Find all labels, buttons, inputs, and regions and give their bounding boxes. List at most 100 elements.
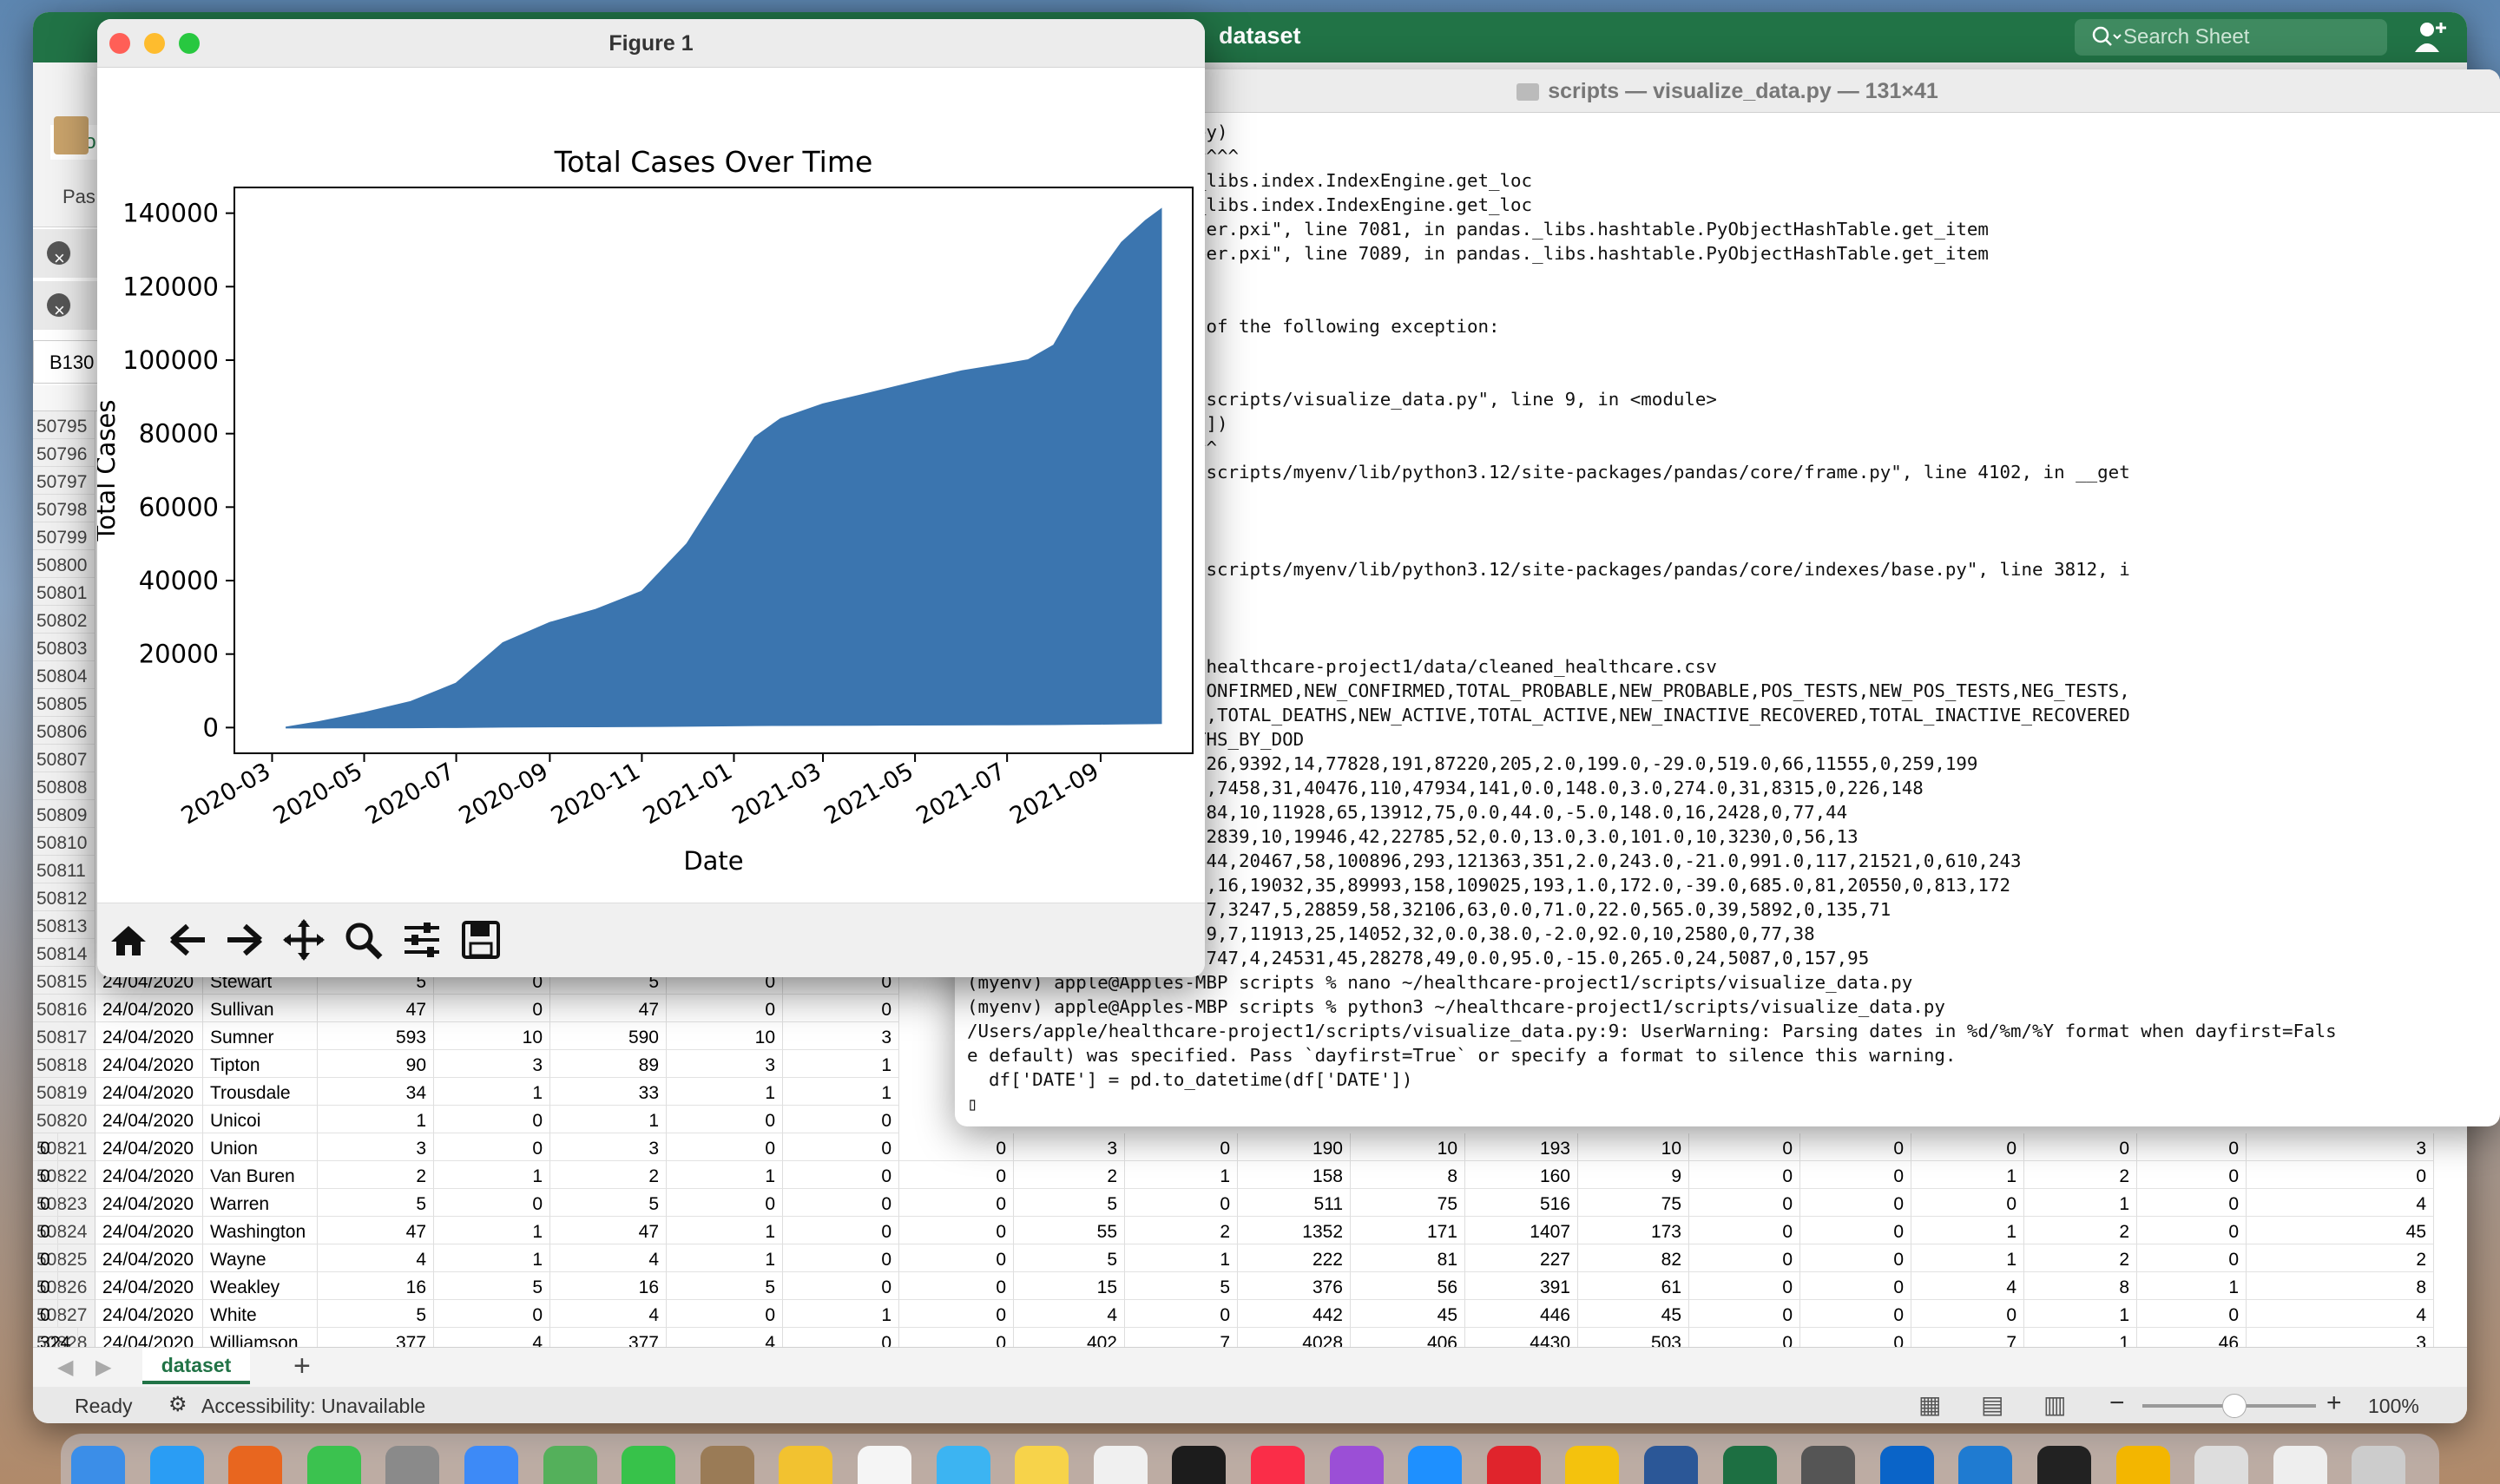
- table-cell[interactable]: 2: [550, 1161, 667, 1189]
- table-cell[interactable]: 0: [667, 1300, 783, 1328]
- table-cell[interactable]: 8: [2247, 1272, 2434, 1300]
- table-cell[interactable]: 0: [33, 1189, 58, 1217]
- trash-icon[interactable]: [2352, 1446, 2406, 1484]
- close-button[interactable]: [109, 33, 130, 54]
- table-cell[interactable]: 47: [550, 1217, 667, 1244]
- table-cell[interactable]: 0: [667, 1189, 783, 1217]
- table-cell[interactable]: 1: [1911, 1244, 2024, 1272]
- county-cell[interactable]: Sumner: [203, 1022, 318, 1050]
- table-cell[interactable]: 1: [667, 1244, 783, 1272]
- table-cell[interactable]: 0: [783, 1272, 899, 1300]
- table-cell[interactable]: 3: [550, 1133, 667, 1161]
- podcasts-icon[interactable]: [1329, 1446, 1384, 1484]
- close-icon[interactable]: ×: [47, 293, 71, 321]
- table-cell[interactable]: 2: [2024, 1161, 2137, 1189]
- table-cell[interactable]: 1: [783, 1050, 899, 1078]
- row-number[interactable]: 50797: [33, 467, 95, 495]
- table-cell[interactable]: 3: [783, 1022, 899, 1050]
- county-cell[interactable]: Van Buren: [203, 1161, 318, 1189]
- normal-view-icon[interactable]: ▦: [1918, 1390, 1941, 1419]
- table-cell[interactable]: 45: [1351, 1300, 1465, 1328]
- table-cell[interactable]: 1: [783, 1078, 899, 1106]
- opera-icon[interactable]: [1486, 1446, 1541, 1484]
- row-number[interactable]: 50795: [33, 411, 95, 439]
- table-cell[interactable]: 47: [550, 995, 667, 1022]
- row-number[interactable]: 50803: [33, 634, 95, 661]
- table-cell[interactable]: 34: [318, 1078, 434, 1106]
- table-cell[interactable]: 4: [2247, 1300, 2434, 1328]
- table-cell[interactable]: 1: [2024, 1300, 2137, 1328]
- table-cell[interactable]: 2: [2247, 1244, 2434, 1272]
- table-cell[interactable]: 1: [1125, 1244, 1238, 1272]
- table-cell[interactable]: 0: [33, 1244, 58, 1272]
- word-icon[interactable]: [1644, 1446, 1698, 1484]
- table-cell[interactable]: 0: [1689, 1272, 1800, 1300]
- table-cell[interactable]: 8: [1351, 1161, 1465, 1189]
- table-cell[interactable]: 0: [1125, 1133, 1238, 1161]
- page-layout-icon[interactable]: ▤: [1981, 1390, 2003, 1419]
- table-cell[interactable]: 1: [434, 1217, 550, 1244]
- row-number[interactable]: 50813: [33, 911, 95, 939]
- date-cell[interactable]: 24/04/2020: [95, 1106, 203, 1133]
- table-cell[interactable]: 0: [33, 1300, 58, 1328]
- table-cell[interactable]: 0: [899, 1300, 1014, 1328]
- table-cell[interactable]: 0: [434, 995, 550, 1022]
- prev-sheet-icon[interactable]: ◀: [57, 1355, 73, 1380]
- vscode-icon[interactable]: [1958, 1446, 2013, 1484]
- table-cell[interactable]: 0: [1689, 1133, 1800, 1161]
- table-cell[interactable]: 5: [1014, 1244, 1125, 1272]
- table-cell[interactable]: 0: [2024, 1133, 2137, 1161]
- table-cell[interactable]: 3: [667, 1050, 783, 1078]
- table-cell[interactable]: 0: [899, 1133, 1014, 1161]
- table-cell[interactable]: 0: [2137, 1133, 2247, 1161]
- outlook-icon[interactable]: [1879, 1446, 1934, 1484]
- table-cell[interactable]: 0: [783, 1106, 899, 1133]
- table-cell[interactable]: 0: [1800, 1244, 1911, 1272]
- table-cell[interactable]: 1: [1911, 1217, 2024, 1244]
- table-cell[interactable]: 0: [1800, 1300, 1911, 1328]
- table-cell[interactable]: 1: [434, 1078, 550, 1106]
- notes-icon[interactable]: [1015, 1446, 1069, 1484]
- date-cell[interactable]: 24/04/2020: [95, 1078, 203, 1106]
- row-number[interactable]: 50798: [33, 495, 95, 522]
- row-number[interactable]: 50799: [33, 522, 95, 550]
- table-cell[interactable]: 5: [1014, 1189, 1125, 1217]
- row-number[interactable]: 50809: [33, 800, 95, 828]
- table-cell[interactable]: 222: [1238, 1244, 1351, 1272]
- configure-icon[interactable]: [398, 916, 446, 964]
- minimize-button[interactable]: [144, 33, 165, 54]
- messages-icon[interactable]: [306, 1446, 361, 1484]
- table-cell[interactable]: 190: [1238, 1133, 1351, 1161]
- table-cell[interactable]: 4: [1911, 1272, 2024, 1300]
- contacts-icon[interactable]: [700, 1446, 754, 1484]
- table-cell[interactable]: 0: [1689, 1189, 1800, 1217]
- table-cell[interactable]: 0: [899, 1217, 1014, 1244]
- table-cell[interactable]: 4: [550, 1244, 667, 1272]
- table-cell[interactable]: 1: [1125, 1161, 1238, 1189]
- table-cell[interactable]: 90: [318, 1050, 434, 1078]
- table-cell[interactable]: 45: [1578, 1300, 1689, 1328]
- table-cell[interactable]: 0: [783, 1244, 899, 1272]
- table-cell[interactable]: 1: [434, 1161, 550, 1189]
- county-cell[interactable]: Union: [203, 1133, 318, 1161]
- table-cell[interactable]: 0: [1800, 1133, 1911, 1161]
- table-cell[interactable]: 0: [2137, 1189, 2247, 1217]
- table-cell[interactable]: 193: [1465, 1133, 1578, 1161]
- row-number[interactable]: 50817: [33, 1022, 95, 1050]
- table-cell[interactable]: 10: [1578, 1133, 1689, 1161]
- table-cell[interactable]: 0: [33, 1161, 58, 1189]
- table-cell[interactable]: 2: [1125, 1217, 1238, 1244]
- table-cell[interactable]: 173: [1578, 1217, 1689, 1244]
- date-cell[interactable]: 24/04/2020: [95, 1022, 203, 1050]
- date-cell[interactable]: 24/04/2020: [95, 1300, 203, 1328]
- table-cell[interactable]: 15: [1014, 1272, 1125, 1300]
- county-cell[interactable]: Weakley: [203, 1272, 318, 1300]
- table-cell[interactable]: 1: [550, 1106, 667, 1133]
- table-cell[interactable]: 0: [2137, 1300, 2247, 1328]
- date-cell[interactable]: 24/04/2020: [95, 995, 203, 1022]
- table-cell[interactable]: 0: [33, 1217, 58, 1244]
- table-cell[interactable]: 0: [783, 1161, 899, 1189]
- table-cell[interactable]: 75: [1578, 1189, 1689, 1217]
- table-cell[interactable]: 3: [1014, 1133, 1125, 1161]
- row-number[interactable]: 50808: [33, 772, 95, 800]
